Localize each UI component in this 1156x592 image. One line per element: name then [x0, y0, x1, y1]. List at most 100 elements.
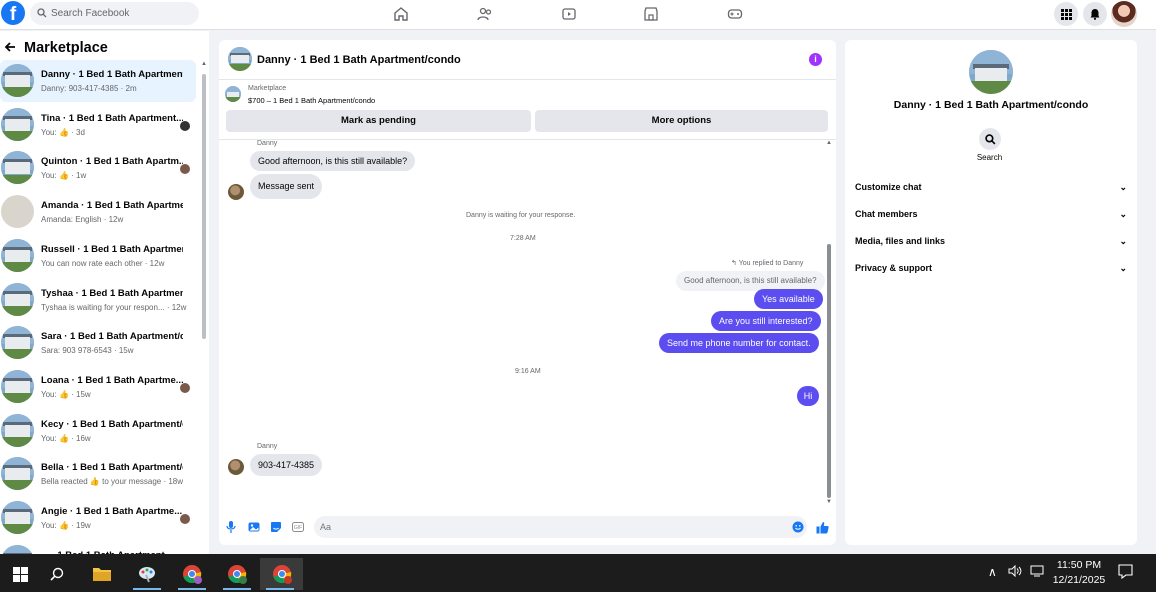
- chevron-down-icon: ⌄: [1119, 263, 1127, 273]
- back-arrow-icon[interactable]: [4, 41, 16, 53]
- chevron-down-icon: ⌄: [1119, 236, 1127, 246]
- chevron-down-icon: ⌄: [1119, 182, 1127, 192]
- listing-thumbnail: [1, 151, 34, 185]
- media-files-links-section[interactable]: Media, files and links ⌄: [855, 231, 1127, 251]
- search-placeholder: Search Facebook: [51, 8, 130, 19]
- customize-chat-section[interactable]: Customize chat ⌄: [855, 177, 1127, 197]
- conversation-item[interactable]: Sara · 1 Bed 1 Bath Apartment/c... Sara: …: [0, 322, 196, 364]
- conversation-item[interactable]: Kecy · 1 Bed 1 Bath Apartment/c... You: 👍…: [0, 410, 196, 452]
- listing-large-thumbnail[interactable]: [969, 50, 1013, 94]
- svg-text:GIF: GIF: [294, 525, 302, 531]
- emoji-icon[interactable]: [791, 520, 805, 534]
- system-clock[interactable]: 11:50 PM 12/21/2025: [1046, 558, 1112, 588]
- marketplace-icon[interactable]: [642, 5, 660, 23]
- file-explorer-icon[interactable]: [82, 558, 122, 590]
- notifications-bell-icon[interactable]: [1083, 2, 1107, 26]
- info-icon[interactable]: i: [809, 53, 822, 66]
- incoming-message[interactable]: Message sent: [250, 174, 323, 199]
- conversation-item[interactable]: Angie · 1 Bed 1 Bath Apartme... You: 👍 · …: [0, 497, 196, 539]
- taskbar-search-icon[interactable]: [37, 558, 77, 590]
- facebook-logo[interactable]: f: [1, 1, 25, 25]
- conversation-name: Sara · 1 Bed 1 Bath Apartment/c...: [41, 331, 183, 343]
- sender-name: Danny: [257, 443, 278, 450]
- privacy-support-section[interactable]: Privacy & support ⌄: [855, 258, 1127, 278]
- running-indicator: [178, 588, 206, 590]
- conversation-item[interactable]: Bella · 1 Bed 1 Bath Apartment/c... Bella…: [0, 453, 196, 495]
- search-icon: [984, 133, 995, 144]
- more-options-button[interactable]: More options: [535, 110, 828, 132]
- chrome-profile-2-icon[interactable]: [217, 558, 257, 590]
- home-icon[interactable]: [392, 5, 410, 23]
- sidebar-scrollbar[interactable]: [202, 74, 206, 339]
- search-icon: [37, 8, 47, 18]
- notification-center-icon[interactable]: [1118, 564, 1133, 582]
- conversation-name: Amanda · 1 Bed 1 Bath Apartme...: [41, 200, 183, 212]
- incoming-message[interactable]: 903-417-4385: [250, 454, 323, 476]
- listing-thumbnail: [1, 282, 34, 316]
- gaming-icon[interactable]: [726, 5, 744, 23]
- incoming-message[interactable]: Good afternoon, is this still available?: [250, 151, 416, 171]
- conversation-item[interactable]: Russell · 1 Bed 1 Bath Apartment... You c…: [0, 235, 196, 277]
- replied-to-label: ↰ You replied to Danny: [731, 260, 804, 267]
- chat-title[interactable]: Danny · 1 Bed 1 Bath Apartment/condo: [257, 54, 461, 66]
- sender-avatar[interactable]: [228, 459, 244, 475]
- menu-grid-icon[interactable]: [1054, 2, 1078, 26]
- thumbs-up-icon[interactable]: [815, 520, 829, 534]
- search-facebook-input[interactable]: Search Facebook: [30, 2, 199, 25]
- conversation-item[interactable]: ... · 1 Bed 1 Bath Apartment...: [0, 541, 196, 554]
- conversation-name: Russell · 1 Bed 1 Bath Apartment...: [41, 243, 183, 255]
- waiting-status-text: Danny is waiting for your response.: [466, 212, 576, 219]
- seen-indicator-avatar: [180, 514, 190, 524]
- scroll-up-arrow[interactable]: ▲: [826, 140, 832, 146]
- header-divider: [219, 139, 836, 140]
- chat-panel: Danny · 1 Bed 1 Bath Apartment/condo i M…: [219, 40, 836, 545]
- timestamp: 9:16 AM: [515, 368, 541, 375]
- outgoing-message[interactable]: Hi: [797, 386, 819, 406]
- conversation-item[interactable]: Quinton · 1 Bed 1 Bath Apartm... You: 👍 ·…: [0, 147, 196, 189]
- search-in-conversation-button[interactable]: [979, 128, 1001, 150]
- chat-scrollbar[interactable]: [827, 244, 831, 498]
- scroll-down-arrow[interactable]: ▼: [826, 499, 832, 505]
- sticker-icon[interactable]: [269, 520, 283, 534]
- chat-members-section[interactable]: Chat members ⌄: [855, 204, 1127, 224]
- gif-icon[interactable]: GIF: [291, 520, 305, 534]
- listing-thumbnail: [1, 195, 34, 229]
- conversation-item[interactable]: Loana · 1 Bed 1 Bath Apartme... You: 👍 · …: [0, 366, 196, 408]
- outgoing-message[interactable]: Are you still interested?: [711, 311, 821, 331]
- conversation-preview: Sara: 903 978-6543 · 15w: [41, 346, 134, 356]
- conversation-item[interactable]: Danny · 1 Bed 1 Bath Apartment... Danny: …: [0, 60, 196, 102]
- outgoing-message[interactable]: Send me phone number for contact.: [659, 333, 819, 353]
- conversation-item[interactable]: Tyshaa · 1 Bed 1 Bath Apartment... Tyshaa…: [0, 279, 196, 321]
- conversation-preview: Amanda: English · 12w: [41, 215, 124, 225]
- show-hidden-icons-chevron[interactable]: ∧: [988, 565, 997, 579]
- conversation-item[interactable]: Tina · 1 Bed 1 Bath Apartment... You: 👍 ·…: [0, 104, 196, 146]
- seen-indicator-avatar: [180, 382, 190, 393]
- paint-app-icon[interactable]: [127, 558, 167, 590]
- friends-icon[interactable]: [476, 5, 494, 23]
- chrome-profile-3-icon[interactable]: [260, 558, 303, 590]
- windows-taskbar: ∧ 11:50 PM 12/21/2025: [0, 554, 1156, 592]
- video-icon[interactable]: [560, 5, 578, 23]
- listing-thumbnail[interactable]: [228, 47, 252, 71]
- listing-small-thumbnail[interactable]: [225, 86, 241, 102]
- listing-thumbnail: [1, 501, 34, 534]
- conversation-item[interactable]: Amanda · 1 Bed 1 Bath Apartme... Amanda: …: [0, 191, 196, 233]
- network-icon[interactable]: [1030, 565, 1044, 580]
- marketplace-inbox-sidebar: Marketplace Danny · 1 Bed 1 Bath Apartme…: [0, 31, 209, 554]
- sender-avatar[interactable]: [228, 184, 244, 200]
- running-indicator: [266, 588, 294, 590]
- conversation-preview: Bella reacted 👍 to your message · 18w: [41, 477, 184, 487]
- message-input[interactable]: [314, 516, 807, 538]
- mark-as-pending-button[interactable]: Mark as pending: [226, 110, 531, 132]
- scroll-up-arrow[interactable]: ▲: [201, 61, 207, 67]
- photo-icon[interactable]: [247, 520, 261, 534]
- volume-icon[interactable]: [1008, 564, 1022, 580]
- microphone-icon[interactable]: [224, 520, 238, 534]
- windows-start-icon[interactable]: [0, 558, 40, 590]
- listing-price[interactable]: $700 – 1 Bed 1 Bath Apartment/condo: [248, 96, 375, 105]
- reply-context-message[interactable]: Good afternoon, is this still available?: [676, 271, 825, 291]
- chrome-profile-1-icon[interactable]: [172, 558, 212, 590]
- profile-avatar[interactable]: [1111, 1, 1137, 27]
- outgoing-message[interactable]: Yes available: [754, 289, 823, 309]
- conversation-name: Bella · 1 Bed 1 Bath Apartment/c...: [41, 462, 183, 474]
